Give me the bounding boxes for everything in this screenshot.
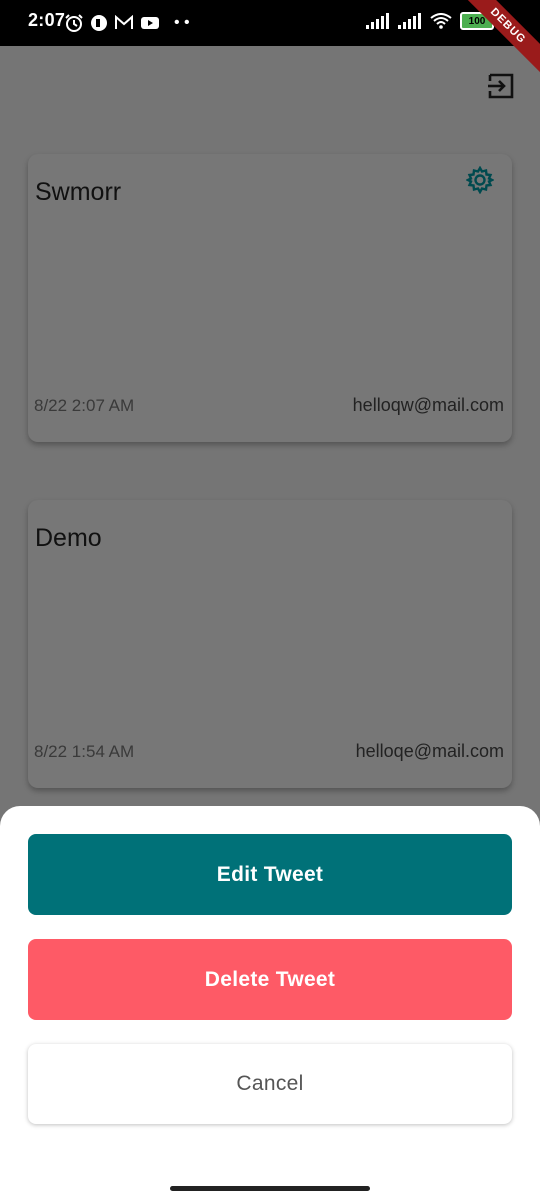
cancel-button[interactable]: Cancel: [28, 1044, 512, 1124]
tweet-email: helloqw@mail.com: [352, 395, 504, 415]
youtube-icon: [141, 17, 159, 29]
system-icons: 100: [366, 12, 497, 30]
signal-icon-2: [398, 13, 421, 29]
notification-icons: • •: [64, 13, 190, 33]
tweet-card[interactable]: Demo 8/22 1:54 AM helloqe@mail.com: [28, 500, 512, 788]
alarm-icon: [65, 14, 83, 32]
action-bottom-sheet: Edit Tweet Delete Tweet Cancel: [0, 806, 540, 1200]
tweet-date: 8/22 2:07 AM: [34, 396, 135, 415]
tweet-title: Demo: [35, 524, 102, 552]
tweet-email: helloqe@mail.com: [355, 741, 504, 761]
signal-icon: [366, 13, 389, 29]
gear-icon[interactable]: [466, 166, 494, 194]
delete-tweet-button[interactable]: Delete Tweet: [28, 939, 512, 1020]
tweet-title: Swmorr: [35, 178, 122, 206]
home-indicator[interactable]: [170, 1186, 370, 1191]
status-time: 2:07: [28, 10, 66, 30]
status-bar: 2:07 • • 100 DEBUG: [0, 0, 540, 76]
logout-icon[interactable]: [486, 71, 516, 101]
wifi-icon: [430, 13, 452, 29]
mail-icon: [115, 15, 133, 29]
tweet-date: 8/22 1:54 AM: [34, 742, 135, 761]
edit-tweet-button[interactable]: Edit Tweet: [28, 834, 512, 915]
more-notifications-icon: • •: [174, 14, 190, 31]
battery-indicator: 100: [460, 12, 497, 30]
tweet-card[interactable]: Swmorr 8/22 2:07 AM helloqw@mail.com: [28, 154, 512, 442]
app-notification-icon: [91, 15, 107, 31]
